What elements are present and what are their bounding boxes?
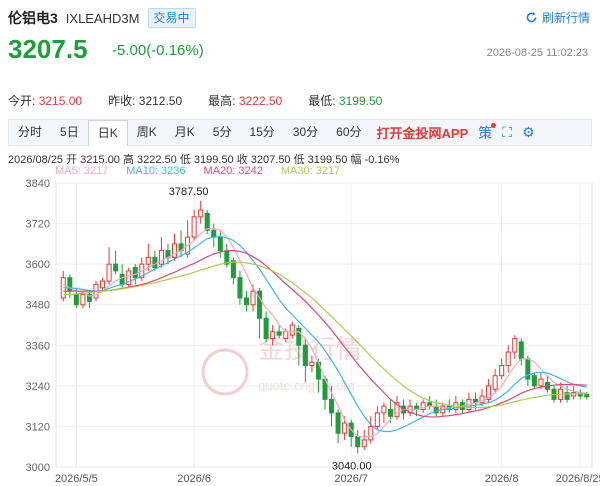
candle-up	[361, 439, 367, 448]
y-tick-label: 3600	[26, 259, 50, 271]
y-tick-label: 3480	[26, 300, 50, 312]
candle-down	[302, 344, 308, 367]
watermark-url: quote.cngold.org	[258, 378, 355, 393]
candle-down	[296, 327, 302, 346]
candle-up	[80, 294, 86, 306]
candle-down	[355, 436, 361, 448]
candle-up	[100, 280, 106, 289]
candle-down	[276, 331, 282, 336]
y-tick-label: 3360	[26, 340, 50, 352]
x-tick-label: 2026/8/25	[556, 473, 600, 485]
candle-down	[329, 398, 335, 414]
candle-down	[152, 256, 158, 269]
candle-up	[198, 209, 204, 218]
x-tick-label: 2026/7	[334, 473, 368, 485]
candle-up	[374, 412, 380, 427]
candle-down	[335, 412, 341, 434]
x-tick-label: 2026/8	[485, 473, 519, 485]
candle-up	[283, 331, 289, 340]
kline-chart[interactable]: 3840 3720 3600 3480 3360 3240 3120 3000 2026/5/5…	[0, 0, 600, 486]
y-tick-label: 3240	[26, 381, 50, 393]
y-tick-label: 3840	[26, 178, 50, 190]
candle-down	[387, 409, 393, 417]
candle-up	[538, 378, 544, 387]
candle-down	[211, 229, 217, 238]
candle-up	[505, 351, 511, 367]
candle-down	[518, 341, 524, 360]
candle-up	[145, 256, 151, 265]
x-tick-label: 2026/5/5	[55, 473, 98, 485]
candle-up	[499, 365, 505, 377]
candle-down	[113, 263, 119, 272]
y-tick-label: 3000	[26, 462, 50, 474]
candle-down	[584, 393, 590, 398]
candle-up	[250, 290, 256, 306]
candle-up	[492, 375, 498, 390]
candle-up	[512, 338, 518, 353]
high-annotation: 3787.50	[169, 186, 209, 198]
candle-down	[132, 267, 138, 279]
candle-up	[381, 405, 387, 414]
low-annotation: 3040.00	[332, 460, 372, 472]
candle-down	[243, 297, 250, 306]
candle-down	[531, 375, 537, 387]
candle-down	[119, 273, 125, 285]
x-tick-label: 2026/6	[177, 473, 211, 485]
candle-up	[309, 361, 315, 367]
candle-up	[289, 324, 295, 336]
candle-up	[191, 216, 197, 238]
candle-up	[342, 422, 348, 434]
candle-up	[368, 425, 374, 441]
watermark-logo	[201, 348, 249, 396]
candle-up	[270, 331, 276, 340]
candle-down	[204, 212, 210, 231]
candle-down	[73, 294, 79, 306]
candle-down	[217, 236, 223, 252]
y-tick-label: 3720	[26, 219, 50, 231]
candle-up	[106, 263, 112, 282]
y-tick-label: 3120	[26, 421, 50, 433]
candle-down	[237, 277, 243, 299]
plot-frame	[55, 182, 593, 468]
candle-down	[230, 260, 236, 279]
candle-down	[263, 317, 269, 340]
